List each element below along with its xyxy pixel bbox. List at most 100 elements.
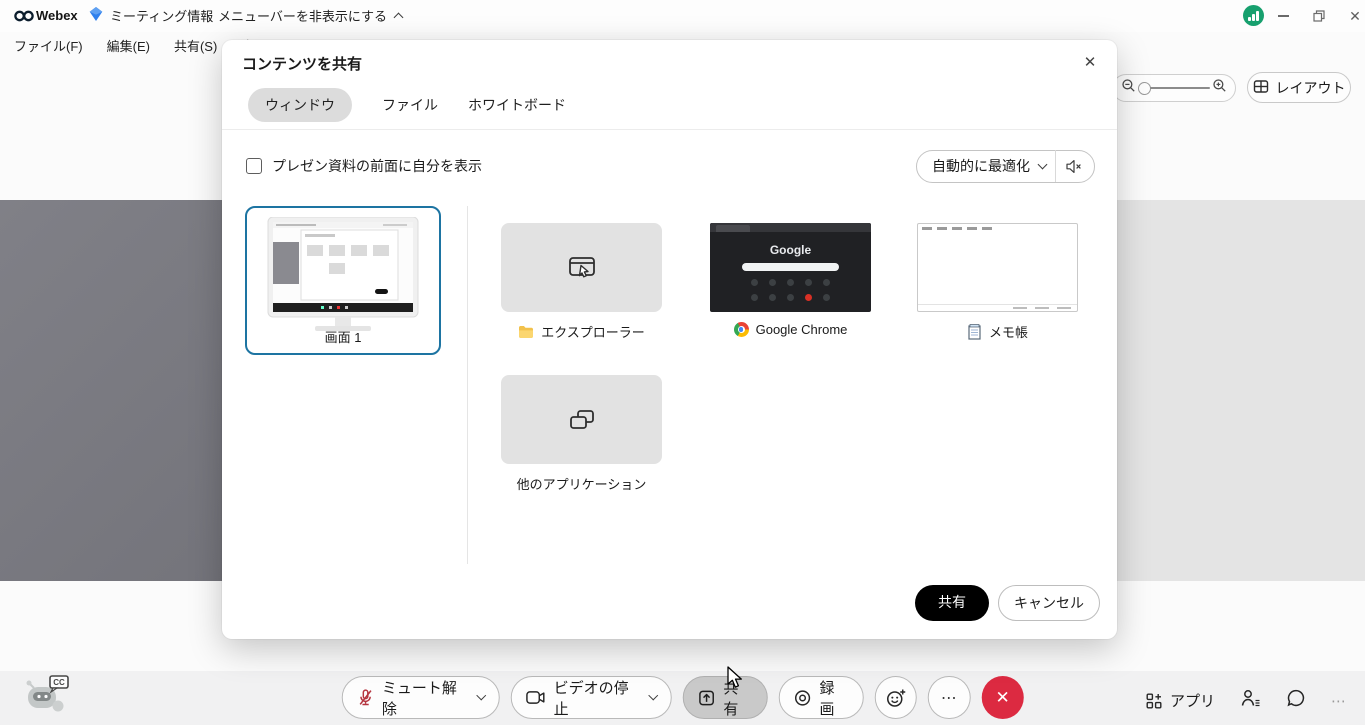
folder-icon [518,325,534,338]
dialog-footer: 共有 キャンセル [915,585,1100,621]
window-label-row: Google Chrome [710,322,871,337]
explorer-thumbnail[interactable] [501,223,662,312]
meeting-toolbar: CC ミュート解除 ビデオの停止 共有 録画 [0,671,1365,725]
tabs-divider [222,129,1117,130]
window-card-explorer[interactable]: エクスプローラー [501,223,662,341]
mouse-cursor [726,666,748,695]
window-card-other-apps[interactable]: 他のアプリケーション [501,375,662,493]
app-title: Webex [36,8,78,23]
show-self-option[interactable]: プレゼン資料の前面に自分を表示 [246,156,482,176]
titlebar: Webex ミーティング情報 メニューバーを非表示にする ✕ [0,0,1365,32]
chevron-down-icon[interactable] [477,691,487,701]
window-card-chrome[interactable]: Google Google Chrome [710,223,871,337]
notepad-icon [967,324,982,340]
unmute-button[interactable]: ミュート解除 [341,676,500,719]
minimize-button[interactable] [1272,6,1294,26]
chevron-down-icon[interactable] [1038,159,1048,169]
mic-muted-icon [356,688,374,707]
tab-whiteboard[interactable]: ホワイトボード [468,88,566,122]
tab-window[interactable]: ウィンドウ [248,88,352,122]
more-panels-button[interactable]: ⋯ [1331,692,1347,710]
smiley-plus-icon [886,688,907,708]
dialog-share-button[interactable]: 共有 [915,585,989,621]
optimize-control: 自動的に最適化 [916,150,1095,183]
screen-1-preview-image [263,217,423,337]
leave-x-icon: ✕ [996,688,1010,708]
more-options-button[interactable]: ⋯ [928,676,970,719]
window-close-button[interactable]: ✕ [1344,6,1365,26]
audio-muted-button[interactable] [1056,159,1094,174]
reactions-button[interactable] [875,676,917,719]
record-button[interactable]: 録画 [779,676,864,719]
sections-divider [467,206,468,564]
window-label-row: エクスプローラー [501,322,662,341]
meeting-info-button[interactable]: ミーティング情報 [88,6,213,25]
menu-edit[interactable]: 編集(E) [107,36,150,55]
participants-icon [1240,688,1261,708]
camera-icon [526,690,546,705]
window-title: Google Chrome [756,322,848,337]
dialog-tabs: ウィンドウ ファイル ホワイトボード [248,88,566,122]
shield-icon [88,6,104,25]
chrome-icon [734,322,749,337]
optimize-dropdown[interactable]: 自動的に最適化 [917,156,1039,176]
chrome-preview-logo: Google [710,243,871,257]
dialog-cancel-button[interactable]: キャンセル [998,585,1100,621]
restore-icon [1313,10,1325,22]
chrome-preview-searchbar [742,263,839,271]
self-video-tile [0,200,222,581]
menu-share[interactable]: 共有(S) [174,36,217,55]
other-apps-thumbnail[interactable] [501,375,662,464]
webex-meeting-window: Webex ミーティング情報 メニューバーを非表示にする ✕ ファイル(F) 編… [0,0,1365,725]
maximize-restore-button[interactable] [1308,6,1330,26]
minimize-icon [1278,15,1289,17]
window-title: 他のアプリケーション [517,474,647,493]
show-self-checkbox[interactable] [246,158,262,174]
chevron-down-icon[interactable] [648,691,658,701]
participants-button[interactable] [1240,688,1261,713]
window-cursor-icon [566,253,598,283]
cc-badge: CC [53,678,65,687]
window-label-row: 他のアプリケーション [501,474,662,493]
chrome-thumbnail[interactable]: Google [710,223,871,312]
webex-logo-icon [14,8,34,29]
show-self-label: プレゼン資料の前面に自分を表示 [272,156,482,176]
record-icon [794,689,812,707]
chevron-up-icon [394,13,404,23]
zoom-slider[interactable] [1138,82,1210,95]
toolbar-center-controls: ミュート解除 ビデオの停止 共有 録画 ⋯ ✕ [341,676,1024,719]
window-card-notepad[interactable]: メモ帳 [917,223,1078,341]
apps-grid-icon [1145,692,1163,710]
close-icon: ✕ [1349,8,1361,25]
window-title: エクスプローラー [541,322,645,341]
zoom-in-icon[interactable] [1212,78,1227,98]
speaker-muted-icon [1065,159,1083,174]
dialog-title: コンテンツを共有 [242,53,362,74]
tab-file[interactable]: ファイル [382,88,438,122]
window-title: メモ帳 [989,322,1028,341]
zoom-out-icon[interactable] [1121,78,1136,98]
close-icon: ✕ [1084,53,1097,71]
stage-area [1117,200,1365,581]
notepad-thumbnail[interactable] [917,223,1078,312]
hide-menubar-button[interactable]: メニューバーを非表示にする [218,6,402,25]
connection-quality-indicator[interactable] [1243,5,1264,26]
screen-1-label: 画面 1 [247,327,439,346]
layout-button[interactable]: レイアウト [1247,72,1351,103]
stop-video-button[interactable]: ビデオの停止 [511,676,672,719]
assistant-robot-icon[interactable]: CC [20,672,72,721]
leave-meeting-button[interactable]: ✕ [982,676,1024,719]
chat-button[interactable] [1286,688,1306,713]
dialog-close-button[interactable]: ✕ [1077,49,1103,75]
menu-file[interactable]: ファイル(F) [14,36,83,55]
stage-zoom-control [1112,74,1236,102]
screen-1-card[interactable]: 画面 1 [245,206,441,355]
layout-grid-icon [1253,79,1269,97]
apps-button[interactable]: アプリ [1145,690,1215,711]
stacked-windows-icon [565,405,599,435]
share-content-dialog: コンテンツを共有 ✕ ウィンドウ ファイル ホワイトボード プレゼン資料の前面に… [222,40,1117,639]
ellipsis-icon: ⋯ [941,688,958,708]
window-label-row: メモ帳 [917,322,1078,341]
share-screen-icon [698,689,716,707]
toolbar-right-controls: アプリ ⋯ [1145,688,1347,713]
